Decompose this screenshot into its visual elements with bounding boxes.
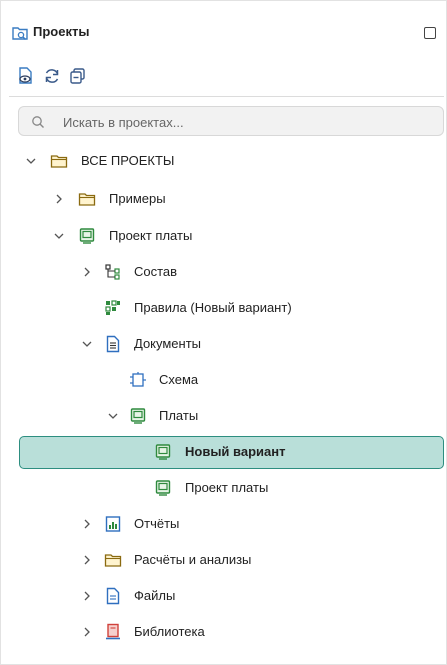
- chevron-right-icon[interactable]: [81, 554, 93, 566]
- tree-item-label: Примеры: [109, 191, 166, 206]
- panel-title: Проекты: [33, 24, 90, 39]
- tree-item-composition[interactable]: Состав: [1, 254, 446, 290]
- board-variant-icon: [155, 480, 171, 496]
- search-input[interactable]: [63, 113, 423, 131]
- chevron-down-icon[interactable]: [107, 410, 119, 422]
- tree-item-boards[interactable]: Платы: [1, 398, 446, 434]
- tree-item-label: Проект платы: [109, 228, 193, 243]
- chevron-right-icon[interactable]: [81, 266, 93, 278]
- tree-item-label: Платы: [159, 408, 199, 423]
- hierarchy-icon: [105, 264, 120, 280]
- projects-panel: Проекты Искать в проектах... ВСЕ ПРОЕКТЫ…: [0, 0, 447, 665]
- tree-item-label: Правила (Новый вариант): [134, 300, 292, 315]
- tree-item-label: Состав: [134, 264, 178, 279]
- rules-icon: [105, 300, 120, 315]
- chevron-right-icon[interactable]: [81, 590, 93, 602]
- panel-toolbar: [1, 61, 446, 91]
- file-icon: [106, 587, 120, 605]
- tree-item-documents[interactable]: Документы: [1, 326, 446, 362]
- restore-panel-button[interactable]: [424, 27, 436, 39]
- tree-item-label: ВСЕ ПРОЕКТЫ: [81, 153, 175, 168]
- tree-item-schematic[interactable]: Схема: [1, 362, 446, 398]
- search-icon: [32, 116, 44, 128]
- tree-item-label: Документы: [134, 336, 202, 351]
- library-icon: [106, 623, 120, 640]
- tree-item-new-variant[interactable]: Новый вариант: [1, 434, 446, 470]
- refresh-icon: [45, 69, 59, 83]
- chevron-right-icon[interactable]: [53, 193, 65, 205]
- tree-item-board-project-variant[interactable]: Проект платы: [1, 470, 446, 506]
- chevron-down-icon[interactable]: [81, 338, 93, 350]
- chevron-down-icon[interactable]: [25, 155, 37, 167]
- search-box: [18, 106, 444, 136]
- tree-item-label: Библиотека: [134, 624, 205, 639]
- report-icon: [105, 516, 121, 532]
- tree-item-board-project[interactable]: Проект платы: [1, 218, 446, 254]
- tree-item-label: Новый вариант: [185, 444, 286, 459]
- chevron-right-icon[interactable]: [81, 518, 93, 530]
- view-options-button[interactable]: [14, 65, 36, 87]
- tree-item-label: Отчёты: [134, 516, 180, 531]
- tree-item-label: Расчёты и анализы: [134, 552, 252, 567]
- folder-icon: [78, 193, 96, 206]
- refresh-button[interactable]: [41, 65, 63, 87]
- document-icon: [106, 335, 120, 353]
- tree-item-label: Схема: [159, 372, 199, 387]
- schematic-icon: [130, 372, 146, 387]
- panel-header: Проекты: [1, 1, 446, 59]
- folder-icon: [104, 554, 122, 567]
- eye-document-icon: [19, 67, 32, 84]
- board-icon: [130, 408, 146, 424]
- pcb-project-icon: [79, 228, 95, 244]
- collapse-all-button[interactable]: [67, 65, 89, 87]
- projects-search-icon: [12, 27, 28, 41]
- chevron-right-icon[interactable]: [81, 626, 93, 638]
- chevron-down-icon[interactable]: [53, 230, 65, 242]
- tree-item-all-projects[interactable]: ВСЕ ПРОЕКТЫ: [1, 143, 446, 179]
- tree-item-library[interactable]: Библиотека: [1, 614, 446, 650]
- collapse-icon: [70, 68, 85, 84]
- tree-item-examples[interactable]: Примеры: [1, 181, 446, 217]
- tree-item-calculations[interactable]: Расчёты и анализы: [1, 542, 446, 578]
- tree-item-rules[interactable]: Правила (Новый вариант): [1, 290, 446, 326]
- toolbar-divider: [9, 96, 444, 97]
- tree-item-reports[interactable]: Отчёты: [1, 506, 446, 542]
- tree-item-files[interactable]: Файлы: [1, 578, 446, 614]
- folder-icon: [50, 155, 68, 168]
- board-variant-icon: [155, 444, 171, 460]
- tree-item-label: Файлы: [134, 588, 176, 603]
- tree-item-label: Проект платы: [185, 480, 269, 495]
